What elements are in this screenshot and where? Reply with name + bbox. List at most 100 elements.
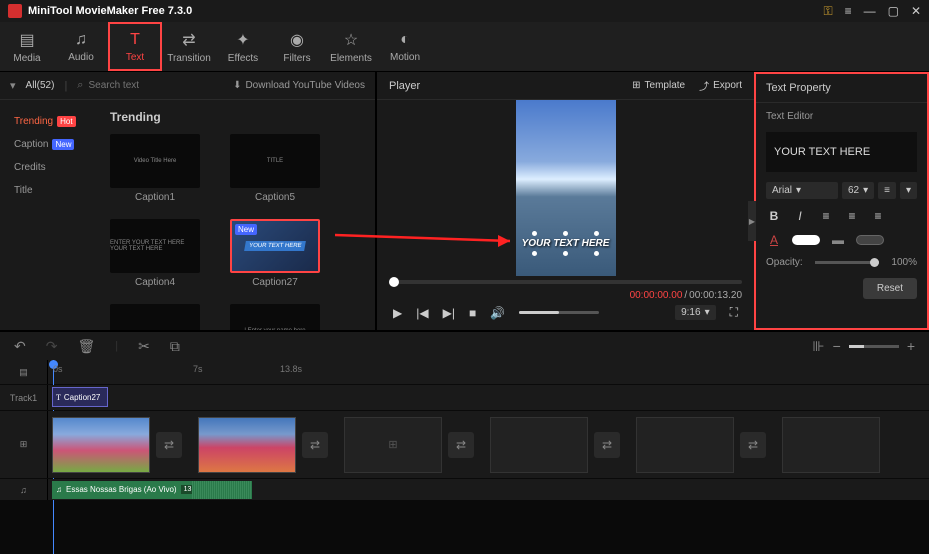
empty-clip-slot[interactable]: ⊞ xyxy=(344,417,442,473)
export-button[interactable]: ⤴Export xyxy=(699,78,742,93)
transition-slot[interactable]: ⇄ xyxy=(594,432,620,458)
download-youtube-link[interactable]: ⬇ Download YouTube Videos xyxy=(233,80,365,91)
empty-clip-slot[interactable] xyxy=(782,417,880,473)
zoom-slider[interactable] xyxy=(849,345,899,348)
search-input[interactable] xyxy=(88,80,168,91)
media-icon: ▤ xyxy=(19,30,34,50)
volume-icon[interactable]: 🔊 xyxy=(490,306,505,320)
transition-slot[interactable]: ⇄ xyxy=(302,432,328,458)
align-right-button[interactable]: ≡ xyxy=(870,209,886,223)
font-size-select[interactable]: 62▾ xyxy=(842,182,874,199)
text-editor-input[interactable]: YOUR TEXT HERE xyxy=(766,132,917,172)
video-track[interactable]: ⇄ ⇄ ⊞⇄ ⇄ ⇄ xyxy=(48,411,929,478)
chevron-down-icon: ▾ xyxy=(906,185,911,196)
zoom-in-icon[interactable]: + xyxy=(907,338,915,354)
audio-tab[interactable]: ♫Audio xyxy=(54,22,108,71)
template-gallery: Trending Video Title HereCaption1TITLECa… xyxy=(100,100,375,330)
player-title: Player xyxy=(389,80,420,92)
minimize-icon[interactable]: — xyxy=(864,4,876,18)
text-track[interactable]: TCaption27 xyxy=(48,385,929,410)
template-thumb[interactable]: TITLECaption5 xyxy=(230,134,320,203)
transition-icon: ⇄ xyxy=(182,30,195,50)
zoom-out-icon[interactable]: − xyxy=(833,338,841,354)
template-thumb[interactable]: Video Title HereCaption1 xyxy=(110,134,200,203)
player-panel: Player ⊞Template ⤴Export YOUR TEXT HERE … xyxy=(375,72,754,330)
expand-icon[interactable]: ▾ xyxy=(10,79,16,92)
property-title: Text Property xyxy=(756,74,927,103)
key-icon[interactable]: ⚿ xyxy=(823,4,832,19)
line-spacing-button[interactable]: ≡ xyxy=(878,182,896,199)
reset-button[interactable]: Reset xyxy=(863,278,917,299)
caption-clip[interactable]: TCaption27 xyxy=(52,387,108,407)
highlight-color-chip[interactable] xyxy=(856,235,884,245)
close-icon[interactable]: ✕ xyxy=(911,4,921,18)
template-thumb[interactable]: NewYOUR TEXT HERECaption27 xyxy=(230,219,320,288)
audio-mixer-icon[interactable]: ⊪ xyxy=(812,338,824,355)
fullscreen-icon[interactable]: ⛶ xyxy=(730,305,738,320)
cut-icon[interactable]: ✂ xyxy=(138,338,150,355)
undo-icon[interactable]: ↶ xyxy=(14,338,26,355)
transition-slot[interactable]: ⇄ xyxy=(740,432,766,458)
time-current: 00:00:00.00 xyxy=(630,290,683,301)
align-center-button[interactable]: ≡ xyxy=(844,209,860,223)
preview-text-overlay[interactable]: YOUR TEXT HERE xyxy=(520,238,612,249)
play-icon[interactable]: ▶ xyxy=(393,306,402,320)
text-tab[interactable]: TText xyxy=(108,22,162,71)
crop-icon[interactable]: ⧉ xyxy=(170,338,180,355)
highlight-color-button[interactable]: ▬ xyxy=(830,233,846,247)
maximize-icon[interactable]: ▢ xyxy=(888,4,899,18)
redo-icon[interactable]: ↷ xyxy=(46,338,58,355)
audio-icon: ♫ xyxy=(75,31,87,49)
stop-icon[interactable]: ■ xyxy=(469,306,476,320)
effects-tab[interactable]: ✦Effects xyxy=(216,22,270,71)
text-color-chip[interactable] xyxy=(792,235,820,245)
text-color-button[interactable]: A xyxy=(766,233,782,247)
italic-button[interactable]: I xyxy=(792,209,808,223)
category-title[interactable]: Title xyxy=(0,179,100,202)
timeline: ▤ 0s7s13.8s Track1 TCaption27 ⊞ ⇄ ⇄ ⊞⇄ ⇄… xyxy=(0,360,929,500)
ruler-tick: 7s xyxy=(193,364,203,374)
more-options-button[interactable]: ▾ xyxy=(900,182,917,199)
video-clip[interactable] xyxy=(52,417,150,473)
opacity-slider[interactable] xyxy=(815,261,880,264)
motion-tab[interactable]: ◐Motion xyxy=(378,22,432,71)
empty-clip-slot[interactable] xyxy=(636,417,734,473)
template-thumb[interactable] xyxy=(110,304,200,330)
media-tab[interactable]: ▤Media xyxy=(0,22,54,71)
template-button[interactable]: ⊞Template xyxy=(632,78,685,93)
preview-area: YOUR TEXT HERE xyxy=(377,100,754,276)
delete-icon[interactable]: 🗑 xyxy=(77,338,95,355)
empty-clip-slot[interactable] xyxy=(490,417,588,473)
transition-slot[interactable]: ⇄ xyxy=(156,432,182,458)
all-count[interactable]: All(52) xyxy=(26,80,55,91)
progress-bar[interactable] xyxy=(389,280,742,284)
next-frame-icon[interactable]: ▶| xyxy=(443,306,455,320)
template-thumb[interactable]: | Enter your name here xyxy=(230,304,320,330)
time-ruler[interactable]: 0s7s13.8s xyxy=(48,360,929,384)
bold-button[interactable]: B xyxy=(766,209,782,223)
template-thumb[interactable]: ENTER YOUR TEXT HERE YOUR TEXT HERECapti… xyxy=(110,219,200,288)
timeline-menu-icon[interactable]: ▤ xyxy=(0,360,48,384)
audio-track[interactable]: ♫ Essas Nossas Brigas (Ao Vivo) 13.8s xyxy=(48,479,929,500)
aspect-ratio-select[interactable]: 9:16▾ xyxy=(675,305,716,320)
chevron-down-icon: ▾ xyxy=(796,185,801,196)
category-credits[interactable]: Credits xyxy=(0,156,100,179)
panel-collapse-icon[interactable]: ▶ xyxy=(748,201,756,241)
edit-toolbar: ↶ ↷ 🗑 | ✂ ⧉ ⊪ − + xyxy=(0,330,929,360)
transition-tab[interactable]: ⇄Transition xyxy=(162,22,216,71)
category-caption[interactable]: CaptionNew xyxy=(0,133,100,156)
elements-tab[interactable]: ☆Elements xyxy=(324,22,378,71)
audio-clip[interactable]: ♫ Essas Nossas Brigas (Ao Vivo) 13.8s xyxy=(52,481,252,499)
menu-icon[interactable]: ≡ xyxy=(845,4,852,18)
font-family-select[interactable]: Arial▾ xyxy=(766,182,838,199)
ruler-tick: 13.8s xyxy=(280,364,302,374)
filters-tab[interactable]: ◉Filters xyxy=(270,22,324,71)
transition-slot[interactable]: ⇄ xyxy=(448,432,474,458)
volume-slider[interactable] xyxy=(519,311,599,314)
opacity-label: Opacity: xyxy=(766,257,803,268)
prev-frame-icon[interactable]: |◀ xyxy=(416,306,428,320)
category-trending[interactable]: TrendingHot xyxy=(0,110,100,133)
preview-video[interactable]: YOUR TEXT HERE xyxy=(516,100,616,276)
align-left-button[interactable]: ≡ xyxy=(818,209,834,223)
video-clip[interactable] xyxy=(198,417,296,473)
